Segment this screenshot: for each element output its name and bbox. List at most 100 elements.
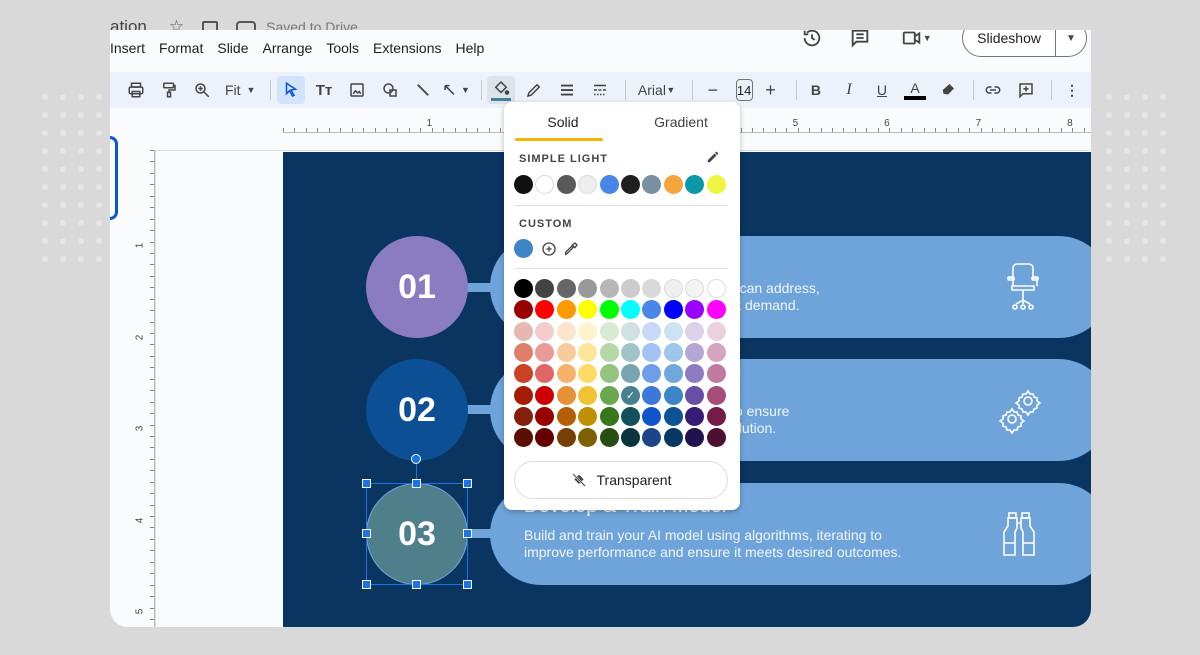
step-number-circle-2[interactable]: 02 <box>366 359 468 461</box>
tab-solid[interactable]: Solid <box>504 102 622 142</box>
palette-color-swatch[interactable] <box>599 406 619 426</box>
document-title[interactable]: ation <box>110 17 147 30</box>
palette-color-swatch[interactable] <box>578 428 598 448</box>
palette-color-swatch[interactable] <box>556 279 576 298</box>
palette-color-swatch[interactable] <box>706 279 726 298</box>
palette-color-swatch[interactable] <box>578 342 598 362</box>
palette-color-swatch[interactable] <box>514 279 533 298</box>
chevron-down-icon[interactable]: ▼ <box>461 85 470 95</box>
palette-color-swatch[interactable] <box>514 428 533 448</box>
meet-video-icon[interactable]: ▼ <box>896 30 936 50</box>
palette-color-swatch[interactable] <box>620 300 640 320</box>
theme-color-swatch[interactable] <box>514 175 533 194</box>
menu-item-arrange[interactable]: Arrange <box>256 40 320 56</box>
palette-color-swatch[interactable] <box>620 342 640 362</box>
text-color-button[interactable]: A <box>901 76 929 104</box>
palette-color-swatch[interactable] <box>663 342 683 362</box>
palette-color-swatch[interactable] <box>514 364 533 384</box>
shape-icon[interactable] <box>376 76 404 104</box>
palette-color-swatch[interactable] <box>599 342 619 362</box>
transparent-button[interactable]: Transparent <box>514 461 728 499</box>
highlight-color-icon[interactable] <box>934 76 962 104</box>
border-dash-icon[interactable] <box>586 76 614 104</box>
select-tool-icon[interactable] <box>276 76 305 104</box>
palette-color-swatch[interactable] <box>514 342 533 362</box>
step-number-circle-1[interactable]: 01 <box>366 236 468 338</box>
palette-color-swatch[interactable] <box>685 342 705 362</box>
palette-color-swatch[interactable] <box>663 321 683 341</box>
palette-color-swatch[interactable] <box>620 364 640 384</box>
palette-color-swatch[interactable] <box>706 364 726 384</box>
palette-color-swatch[interactable]: ✓ <box>620 385 640 405</box>
palette-color-swatch[interactable] <box>663 428 683 448</box>
palette-color-swatch[interactable] <box>706 342 726 362</box>
palette-color-swatch[interactable] <box>514 385 533 405</box>
add-comment-icon[interactable] <box>1012 76 1040 104</box>
palette-color-swatch[interactable] <box>685 406 705 426</box>
chevron-down-icon[interactable]: ▼ <box>923 33 932 43</box>
fill-color-icon[interactable] <box>487 76 516 104</box>
slideshow-button[interactable]: Slideshow ▼ <box>962 30 1087 57</box>
palette-color-swatch[interactable] <box>706 406 726 426</box>
palette-color-swatch[interactable] <box>514 300 533 320</box>
menu-item-insert[interactable]: Insert <box>110 40 152 56</box>
palette-color-swatch[interactable] <box>535 321 555 341</box>
menu-item-extensions[interactable]: Extensions <box>366 40 448 56</box>
palette-color-swatch[interactable] <box>642 406 662 426</box>
palette-color-swatch[interactable] <box>620 428 640 448</box>
tab-gradient[interactable]: Gradient <box>622 102 740 142</box>
cloud-status-icon[interactable] <box>236 21 257 30</box>
underline-button[interactable]: U <box>868 76 896 104</box>
bold-button[interactable]: B <box>802 76 830 104</box>
palette-color-swatch[interactable] <box>685 300 705 320</box>
resize-handle-sw[interactable] <box>362 580 371 589</box>
palette-color-swatch[interactable] <box>599 364 619 384</box>
palette-color-swatch[interactable] <box>578 300 598 320</box>
palette-color-swatch[interactable] <box>535 406 555 426</box>
menu-item-format[interactable]: Format <box>152 40 210 56</box>
custom-color-swatch[interactable] <box>514 239 533 258</box>
text-box-icon[interactable]: Tт <box>310 76 338 104</box>
theme-color-swatch[interactable] <box>642 175 662 194</box>
palette-color-swatch[interactable] <box>556 364 576 384</box>
increase-font-size-button[interactable]: + <box>757 76 785 104</box>
palette-color-swatch[interactable] <box>599 385 619 405</box>
version-history-icon[interactable] <box>800 30 824 50</box>
border-color-icon[interactable] <box>520 76 548 104</box>
slideshow-label[interactable]: Slideshow <box>963 30 1056 56</box>
palette-color-swatch[interactable] <box>620 279 640 298</box>
vertical-ruler[interactable]: 1 2 3 4 5 <box>134 150 155 627</box>
border-weight-icon[interactable] <box>553 76 581 104</box>
palette-color-swatch[interactable] <box>556 385 576 405</box>
palette-color-swatch[interactable] <box>685 279 705 298</box>
theme-color-swatch[interactable] <box>706 175 726 194</box>
slideshow-options-chevron-icon[interactable]: ▼ <box>1056 33 1086 44</box>
menu-item-help[interactable]: Help <box>448 40 491 56</box>
paint-format-icon[interactable] <box>155 76 183 104</box>
theme-color-swatch[interactable] <box>556 175 576 194</box>
palette-color-swatch[interactable] <box>514 321 533 341</box>
palette-color-swatch[interactable] <box>556 342 576 362</box>
italic-button[interactable]: I <box>835 76 863 104</box>
theme-color-swatch[interactable] <box>578 175 598 194</box>
palette-color-swatch[interactable] <box>578 321 598 341</box>
font-size-input[interactable]: 14 <box>735 79 753 101</box>
theme-color-swatch[interactable] <box>685 175 705 194</box>
palette-color-swatch[interactable] <box>556 406 576 426</box>
palette-color-swatch[interactable] <box>599 321 619 341</box>
arrow-line-icon[interactable]: ▼ <box>442 76 470 104</box>
font-family-select[interactable]: Arial ▼ <box>632 76 681 104</box>
palette-color-swatch[interactable] <box>599 279 619 298</box>
palette-color-swatch[interactable] <box>556 321 576 341</box>
insert-link-icon[interactable] <box>979 76 1007 104</box>
palette-color-swatch[interactable] <box>685 428 705 448</box>
palette-color-swatch[interactable] <box>535 279 555 298</box>
menu-item-slide[interactable]: Slide <box>210 40 255 56</box>
resize-handle-nw[interactable] <box>362 479 371 488</box>
resize-handle-e[interactable] <box>463 529 472 538</box>
palette-color-swatch[interactable] <box>706 385 726 405</box>
print-icon[interactable] <box>122 76 150 104</box>
palette-color-swatch[interactable] <box>663 385 683 405</box>
zoom-select[interactable]: Fit ▼ <box>221 76 259 104</box>
resize-handle-w[interactable] <box>362 529 371 538</box>
